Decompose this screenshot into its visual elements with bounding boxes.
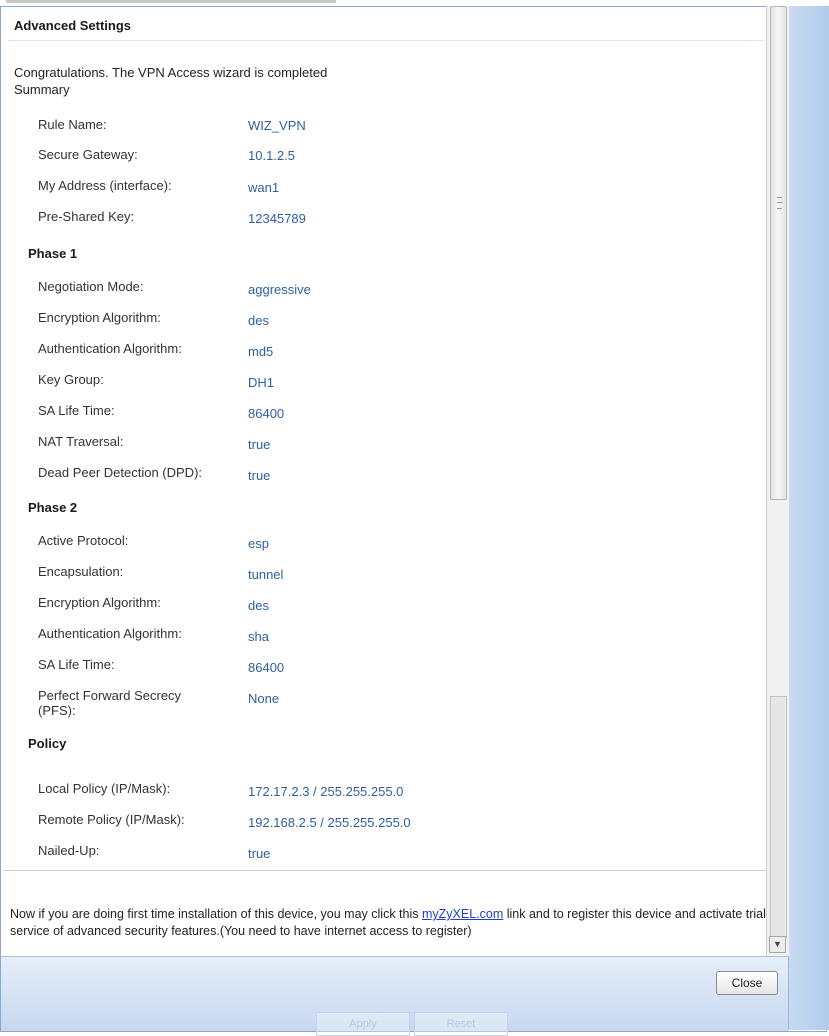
local-policy-value: 172.17.2.3 / 255.255.255.0 <box>248 784 404 799</box>
note-text-before: Now if you are doing first time installa… <box>10 907 422 921</box>
encapsulation-label: Encapsulation: <box>38 564 124 579</box>
p1-sa-life-value: 86400 <box>248 406 285 421</box>
title-divider <box>8 40 764 41</box>
encapsulation-value: tunnel <box>248 567 284 582</box>
p2-sa-life-value: 86400 <box>248 660 285 675</box>
p1-authentication-label: Authentication Algorithm: <box>38 341 182 356</box>
close-button[interactable]: Close <box>716 971 778 995</box>
nat-traversal-value: true <box>248 437 271 452</box>
scrollbar-thumb[interactable] <box>770 6 787 500</box>
p2-encryption-value: des <box>248 598 269 613</box>
p2-authentication-label: Authentication Algorithm: <box>38 626 182 641</box>
p2-authentication-value: sha <box>248 629 269 644</box>
phase2-heading: Phase 2 <box>28 500 78 515</box>
nailed-up-value: true <box>248 846 271 861</box>
negotiation-mode-label: Negotiation Mode: <box>38 279 144 294</box>
apply-button-ghost: Apply <box>316 1012 410 1036</box>
remote-policy-value: 192.168.2.5 / 255.255.255.0 <box>248 815 411 830</box>
key-group-label: Key Group: <box>38 372 104 387</box>
background-panel <box>788 6 829 1030</box>
dpd-label: Dead Peer Detection (DPD): <box>38 465 203 480</box>
rule-name-label: Rule Name: <box>38 117 107 132</box>
p2-sa-life-label: SA Life Time: <box>38 657 115 672</box>
summary-panel: Advanced Settings Congratulations. The V… <box>4 8 767 870</box>
remote-policy-label: Remote Policy (IP/Mask): <box>38 812 185 827</box>
scroll-down-arrow-icon[interactable]: ▼ <box>769 936 786 953</box>
active-protocol-label: Active Protocol: <box>38 533 129 548</box>
registration-note: Now if you are doing first time installa… <box>10 906 770 940</box>
negotiation-mode-value: aggressive <box>248 282 311 297</box>
policy-heading: Policy <box>28 736 67 751</box>
p1-encryption-label: Encryption Algorithm: <box>38 310 161 325</box>
scrollbar-track-lower[interactable] <box>770 696 787 938</box>
phase1-heading: Phase 1 <box>28 246 78 261</box>
active-protocol-value: esp <box>248 536 269 551</box>
vertical-scrollbar[interactable]: ▼ <box>766 6 789 956</box>
p1-sa-life-label: SA Life Time: <box>38 403 115 418</box>
congratulations-text: Congratulations. The VPN Access wizard i… <box>14 65 328 80</box>
p2-encryption-label: Encryption Algorithm: <box>38 595 161 610</box>
pfs-label: Perfect Forward Secrecy (PFS): <box>38 688 182 718</box>
summary-label: Summary <box>14 82 70 97</box>
nailed-up-label: Nailed-Up: <box>38 843 100 858</box>
secure-gateway-label: Secure Gateway: <box>38 147 138 162</box>
dpd-value: true <box>248 468 271 483</box>
nat-traversal-label: NAT Traversal: <box>38 434 124 449</box>
key-group-value: DH1 <box>248 375 275 390</box>
note-divider <box>4 870 766 871</box>
myzyxel-link[interactable]: myZyXEL.com <box>422 907 503 921</box>
grip-icon <box>777 197 782 209</box>
rule-name-value: WIZ_VPN <box>248 118 306 133</box>
pre-shared-key-value: 12345789 <box>248 211 306 226</box>
local-policy-label: Local Policy (IP/Mask): <box>38 781 171 796</box>
my-address-value: wan1 <box>248 180 280 195</box>
pfs-value: None <box>248 691 280 706</box>
p1-authentication-value: md5 <box>248 344 274 359</box>
p1-encryption-value: des <box>248 313 269 328</box>
pre-shared-key-label: Pre-Shared Key: <box>38 209 135 224</box>
my-address-label: My Address (interface): <box>38 178 172 193</box>
section-title: Advanced Settings <box>14 18 132 33</box>
reset-button-ghost: Reset <box>414 1012 508 1036</box>
secure-gateway-value: 10.1.2.5 <box>248 148 295 163</box>
